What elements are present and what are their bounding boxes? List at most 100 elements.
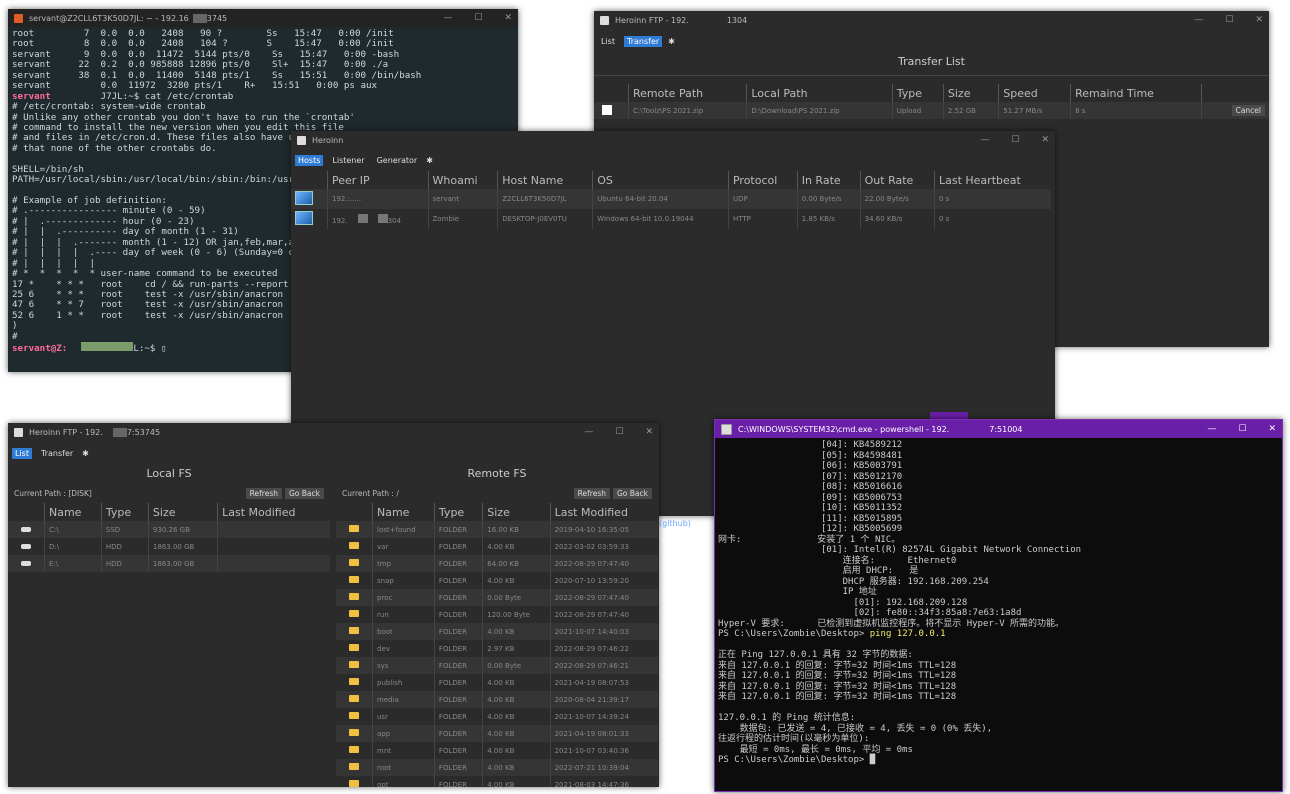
checkbox[interactable] (602, 104, 612, 115)
file-row[interactable]: D:\ HDD 1863.00 GB (8, 538, 330, 555)
cell-mod: 2021-04-19 08:01:33 (549, 725, 658, 742)
cell-remain: 8 s (1070, 102, 1202, 119)
tab-transfer[interactable]: Transfer (38, 448, 76, 459)
heroinn-titlebar[interactable]: Heroinn — ☐ ✕ (291, 131, 1055, 149)
close-icon[interactable]: ✕ (1255, 15, 1263, 25)
tab-transfer[interactable]: Transfer (623, 35, 663, 47)
file-row[interactable]: E:\ HDD 1863.00 GB (8, 555, 330, 572)
github-link[interactable]: (github) (659, 519, 691, 528)
column-header[interactable]: Host Name (497, 171, 593, 189)
file-row[interactable]: proc FOLDER 0.00 Byte 2022-08-29 07:47:40 (336, 589, 658, 606)
cell-name: usr (372, 708, 435, 725)
column-header[interactable]: Peer IP (327, 171, 428, 189)
close-icon[interactable]: ✕ (1268, 424, 1276, 434)
close-icon[interactable]: ✕ (645, 427, 653, 437)
file-row[interactable]: dev FOLDER 2.97 KB 2022-08-29 07:46:22 (336, 640, 658, 657)
column-header[interactable]: Size (942, 84, 999, 102)
column-header[interactable]: Last Modified (549, 503, 658, 521)
column-header[interactable]: Type (891, 84, 944, 102)
column-header[interactable]: Type (100, 503, 149, 521)
file-row[interactable]: var FOLDER 4.00 KB 2022-03-02 03:59:33 (336, 538, 658, 555)
column-header[interactable]: Local Path (746, 84, 893, 102)
cmd-output[interactable]: [04]: KB4589212 [05]: KB4598481 [06]: KB… (715, 438, 1282, 768)
tab-hosts[interactable]: Hosts (295, 154, 324, 166)
cell-mod: 2022-07-21 10:39:04 (549, 759, 658, 776)
file-row[interactable]: media FOLDER 4.00 KB 2020-08-04 21:39:17 (336, 691, 658, 708)
file-row[interactable]: mnt FOLDER 4.00 KB 2021-10-07 03:40:36 (336, 742, 658, 759)
cmd-titlebar[interactable]: C:\WINDOWS\SYSTEM32\cmd.exe - powershell… (715, 420, 1282, 438)
cell-size: 4.00 KB (482, 759, 551, 776)
maximize-icon[interactable]: ☐ (1238, 424, 1246, 434)
gear-icon[interactable]: ✱ (668, 37, 675, 46)
cmd-line (718, 640, 1279, 651)
file-row[interactable]: tmp FOLDER 64.00 KB 2022-08-29 07:47:40 (336, 555, 658, 572)
column-header[interactable]: Last Modified (217, 503, 330, 521)
maximize-icon[interactable]: ☐ (1225, 15, 1233, 25)
ftp-titlebar[interactable]: Heroinn FTP - 192. 7:53745 — ☐ ✕ (8, 423, 659, 441)
maximize-icon[interactable]: ☐ (615, 427, 623, 437)
cell-type: Upload (891, 102, 944, 119)
file-row[interactable]: app FOLDER 4.00 KB 2021-04-19 08:01:33 (336, 725, 658, 742)
file-row[interactable]: root FOLDER 4.00 KB 2022-07-21 10:39:04 (336, 759, 658, 776)
column-header[interactable]: Size (482, 503, 551, 521)
close-icon[interactable]: ✕ (504, 13, 512, 23)
minimize-icon[interactable]: — (1194, 15, 1203, 25)
local-refresh-button[interactable]: Refresh (245, 487, 282, 499)
host-row[interactable]: 192.:..... servant Z2CLL6T3K50D7JL Ubuntu 6… (291, 189, 1051, 209)
file-row[interactable]: boot FOLDER 4.00 KB 2021-10-07 14:40:03 (336, 623, 658, 640)
file-row[interactable]: publish FOLDER 4.00 KB 2021-04-19 08:07:53 (336, 674, 658, 691)
folder-icon (349, 746, 359, 753)
remote-refresh-button[interactable]: Refresh (573, 487, 610, 499)
minimize-icon[interactable]: — (443, 13, 452, 23)
cancel-button[interactable]: Cancel (1231, 105, 1265, 116)
column-header[interactable]: Speed (998, 84, 1071, 102)
tab-list[interactable]: List (598, 36, 618, 47)
column-header[interactable]: Last Heartbeat (933, 171, 1051, 189)
cell-mod (217, 521, 330, 538)
local-goback-button[interactable]: Go Back (285, 487, 324, 499)
file-row[interactable]: snap FOLDER 4.00 KB 2020-07-10 13:59:20 (336, 572, 658, 589)
gear-icon[interactable]: ✱ (426, 156, 433, 165)
minimize-icon[interactable]: — (584, 427, 593, 437)
column-header[interactable]: Name (44, 503, 102, 521)
cell-host: DESKTOP-J0EV0TU (497, 209, 593, 229)
file-row[interactable]: run FOLDER 120.00 Byte 2022-08-29 07:47:40 (336, 606, 658, 623)
column-header[interactable]: In Rate (796, 171, 861, 189)
cell-mod: 2022-08-29 07:47:40 (549, 606, 658, 623)
cmd-line: [01]: 192.168.209.128 (718, 598, 1279, 609)
ftp-list-window[interactable]: Heroinn FTP - 192. 7:53745 — ☐ ✕ List Tran… (8, 423, 659, 787)
host-row[interactable]: 192. 304 Zombie DESKTOP-J0EV0TU Windows 64-b… (291, 209, 1051, 229)
column-header[interactable]: Whoami (427, 171, 498, 189)
transfer-row[interactable]: C:\Toolz\PS 2021.zip D:\Download\PS 2021.… (594, 102, 1269, 119)
cell-type: FOLDER (433, 725, 483, 742)
minimize-icon[interactable]: — (980, 135, 989, 145)
close-icon[interactable]: ✕ (1041, 135, 1049, 145)
column-header[interactable]: Name (372, 503, 435, 521)
ftp-titlebar[interactable]: Heroinn FTP - 192. 1304 — ☐ ✕ (594, 11, 1269, 29)
maximize-icon[interactable]: ☐ (1011, 135, 1019, 145)
column-header[interactable]: Out Rate (859, 171, 935, 189)
column-header[interactable]: OS (592, 171, 729, 189)
file-row[interactable]: lost+found FOLDER 16.00 KB 2019-04-10 16:35… (336, 521, 658, 538)
file-row[interactable]: opt FOLDER 4.00 KB 2021-08-03 14:47:36 (336, 776, 658, 787)
column-header[interactable]: Remaind Time (1070, 84, 1202, 102)
gear-icon[interactable]: ✱ (82, 449, 89, 458)
cmd-window[interactable]: C:\WINDOWS\SYSTEM32\cmd.exe - powershell… (714, 419, 1283, 792)
column-header[interactable]: Protocol (727, 171, 798, 189)
minimize-icon[interactable]: — (1207, 424, 1216, 434)
maximize-icon[interactable]: ☐ (474, 13, 482, 23)
tab-listener[interactable]: Listener (329, 155, 367, 166)
cell-name: app (372, 725, 435, 742)
terminal-titlebar[interactable]: servant@Z2CLL6T3K50D7JL: ~ - 192.16 3745… (8, 9, 518, 27)
file-row[interactable]: usr FOLDER 4.00 KB 2021-10-07 14:39:24 (336, 708, 658, 725)
cell-name: media (372, 691, 435, 708)
tab-list[interactable]: List (12, 447, 32, 459)
tab-generator[interactable]: Generator (374, 155, 421, 166)
file-row[interactable]: sys FOLDER 0.00 Byte 2022-08-29 07:46:21 (336, 657, 658, 674)
cell-whoami: servant (427, 189, 498, 209)
column-header[interactable]: Remote Path (627, 84, 747, 102)
file-row[interactable]: C:\ SSD 930.26 GB (8, 521, 330, 538)
column-header[interactable]: Type (433, 503, 483, 521)
remote-goback-button[interactable]: Go Back (613, 487, 652, 499)
column-header[interactable]: Size (147, 503, 218, 521)
